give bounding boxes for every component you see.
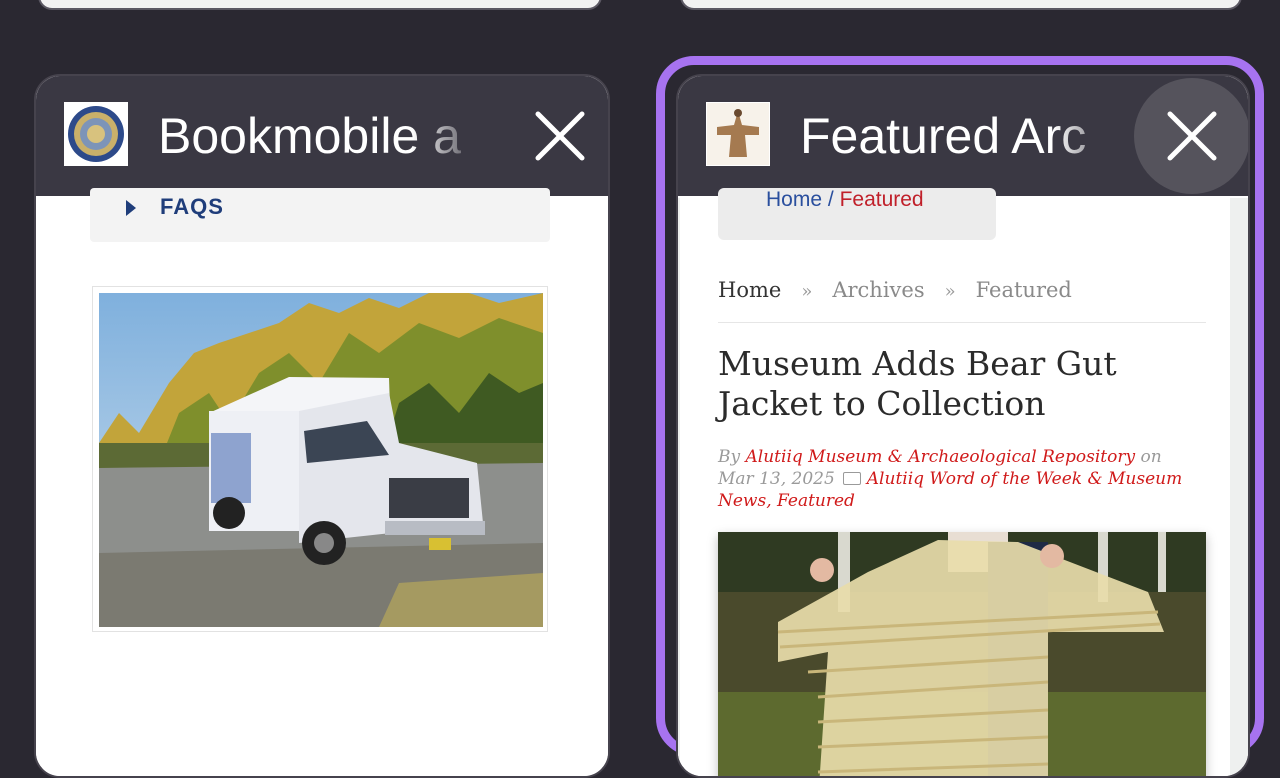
breadcrumb-home-link[interactable]: Home	[718, 278, 781, 302]
previous-tab-card-left[interactable]	[38, 0, 602, 10]
caret-right-icon	[126, 200, 136, 216]
article-date: Mar 13, 2025	[718, 469, 835, 489]
breadcrumb-separator: »	[801, 281, 813, 302]
tab-header: Featured Arc	[678, 76, 1248, 196]
tab-page-preview: Home / Featured Home » Archives » Featur…	[678, 188, 1248, 776]
breadcrumb-archives-link[interactable]: Archives	[832, 278, 924, 302]
breadcrumb-featured: Featured	[975, 278, 1072, 302]
faq-label: FAQS	[160, 194, 224, 219]
article-byline: By Alutiiq Museum & Archaeological Repos…	[718, 446, 1198, 512]
bookmobile-photo-frame	[92, 286, 548, 632]
tab-card-bookmobile[interactable]: Bookmobile a FAQS	[34, 74, 610, 778]
bear-gut-jacket-photo	[718, 532, 1206, 776]
pill-separator: /	[827, 188, 834, 211]
byline-on: on	[1140, 447, 1162, 467]
tab-title: Featured Arc	[800, 108, 1087, 164]
previous-tab-card-right[interactable]	[680, 0, 1242, 10]
article-page: Home / Featured Home » Archives » Featur…	[680, 188, 1230, 776]
author-link[interactable]: Alutiiq Museum & Archaeological Reposito…	[746, 447, 1136, 467]
bookmobile-van-photo	[99, 293, 543, 627]
breadcrumb-pill: Home / Featured	[718, 188, 996, 240]
article-title: Museum Adds Bear Gut Jacket to Collectio…	[718, 344, 1117, 423]
tab-title: Bookmobile a	[158, 108, 461, 164]
pill-current: Featured	[839, 188, 924, 211]
pill-breadcrumb-text: Home / Featured	[766, 188, 924, 212]
breadcrumb: Home » Archives » Featured	[718, 278, 1072, 302]
pill-home-link[interactable]: Home	[766, 188, 822, 211]
close-icon	[535, 111, 585, 161]
breadcrumb-separator: »	[944, 281, 956, 302]
close-icon	[1167, 111, 1217, 161]
byline-by: By	[718, 447, 741, 467]
divider	[718, 322, 1206, 323]
seal-logo-icon	[64, 102, 128, 166]
tab-header: Bookmobile a	[36, 76, 608, 196]
close-tab-button[interactable]	[502, 78, 608, 194]
tab-page-preview: FAQS	[36, 188, 608, 776]
folder-icon	[842, 472, 861, 485]
tab-card-featured[interactable]: Featured Arc Home / Featured Home » Arch…	[676, 74, 1250, 778]
close-tab-button[interactable]	[1134, 78, 1248, 194]
bear-gut-jacket-icon	[706, 102, 770, 166]
faq-link[interactable]: FAQS	[90, 188, 550, 242]
